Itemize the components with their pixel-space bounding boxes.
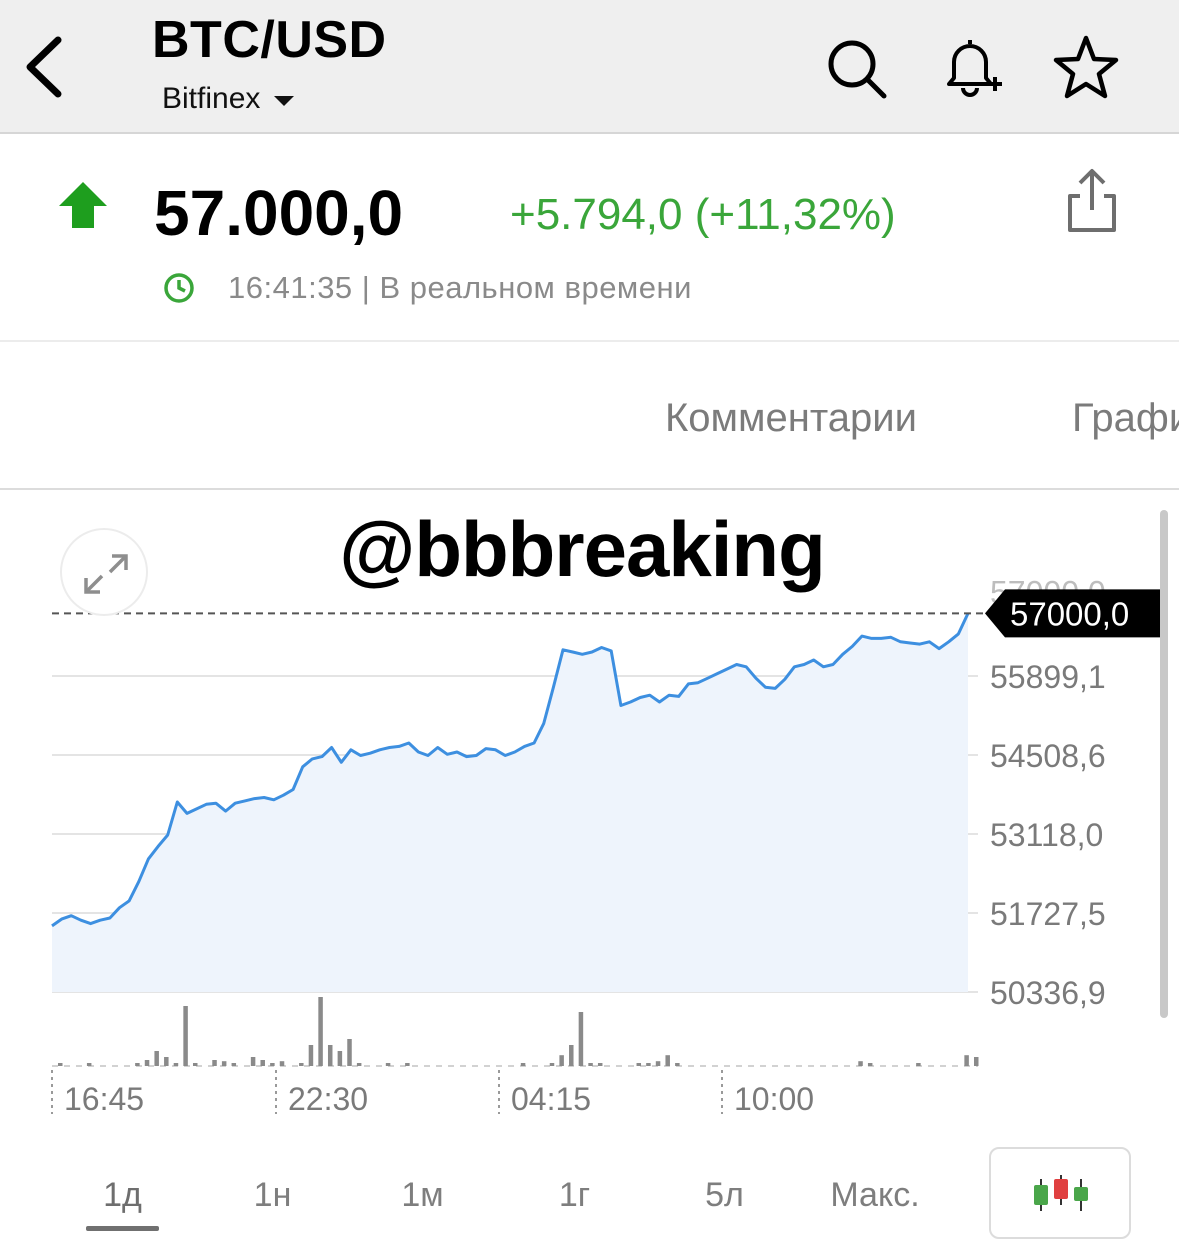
volume-bar (86, 1063, 92, 1066)
volume-bar (327, 1045, 333, 1066)
volume-bar (308, 1045, 314, 1066)
caret-down-icon (274, 96, 295, 106)
volume-bar (279, 1061, 285, 1066)
quote-time-status: 16:41:35 | В реальном времени (228, 270, 692, 305)
candle-body (1034, 1185, 1048, 1205)
volume-bar (260, 1060, 265, 1066)
exchange-selector[interactable]: Bitfinex (162, 82, 295, 116)
chart-type-button[interactable] (989, 1147, 1131, 1239)
period-max[interactable]: Макс. (810, 1176, 940, 1215)
volume-bar (270, 1063, 275, 1066)
period-1m[interactable]: 1м (386, 1176, 459, 1215)
candlestick-icon (1034, 1175, 1088, 1211)
volume-bar (192, 1063, 198, 1066)
watermark-handle: @bbbreaking (300, 496, 864, 602)
search-icon[interactable] (822, 34, 890, 102)
y-tick-label: 53118,0 (990, 817, 1103, 853)
volume-bar (221, 1061, 227, 1066)
volume-bar (58, 1063, 63, 1066)
period-1d[interactable]: 1д (86, 1176, 159, 1215)
volume-bar (858, 1061, 863, 1066)
instrument-title: BTC/USD (152, 11, 387, 69)
top-bar: BTC/USD Bitfinex (0, 0, 1179, 134)
volume-bar (520, 1063, 526, 1066)
volume-bar (559, 1055, 564, 1066)
candle-body (1054, 1179, 1068, 1199)
volume-bar (655, 1061, 661, 1066)
up-arrow-icon (59, 182, 107, 228)
volume-bar (964, 1055, 969, 1066)
volume-bar (164, 1057, 169, 1066)
volume-bar (974, 1057, 979, 1066)
volume-bar (646, 1063, 651, 1066)
volume-bar (549, 1063, 555, 1066)
y-tick-label: 50336,9 (990, 975, 1106, 1011)
volume-bar (405, 1063, 410, 1066)
volume-bar (318, 997, 323, 1066)
vertical-scrollbar[interactable] (1160, 510, 1168, 1018)
volume-bar (231, 1063, 237, 1066)
period-1y[interactable]: 1г (538, 1176, 611, 1215)
volume-bar (588, 1063, 593, 1066)
exchange-label: Bitfinex (162, 82, 261, 115)
volume-bar (250, 1057, 256, 1066)
last-price: 57.000,0 (154, 177, 404, 249)
share-icon[interactable] (1062, 166, 1122, 236)
period-1w[interactable]: 1н (236, 1176, 309, 1215)
y-tick-label: 51727,5 (990, 896, 1106, 932)
volume-bar (144, 1060, 150, 1066)
price-area-fill (52, 613, 968, 992)
period-selector: 1д 1н 1м 1г 5л Макс. (0, 1150, 980, 1240)
volume-bar (337, 1051, 343, 1066)
tab-comments[interactable]: Комментарии (665, 396, 917, 441)
volume-bar (183, 1006, 188, 1066)
volume-bar (212, 1060, 217, 1066)
current-price-label: 57000,0 (1010, 595, 1129, 632)
section-tabs: Комментарии График (0, 344, 1179, 490)
volume-bar (347, 1039, 352, 1066)
volume-bar (135, 1063, 140, 1066)
price-change: +5.794,0 (+11,32%) (510, 190, 896, 239)
volume-bar (636, 1063, 642, 1066)
volume-bar (173, 1063, 179, 1066)
volume-bar (154, 1051, 159, 1066)
x-tick-label: 04:15 (511, 1081, 591, 1117)
volume-bar (665, 1055, 670, 1066)
chart-panel: 55899,1 54508,6 53118,0 51727,5 50336,9 57000… (0, 492, 1179, 1253)
x-tick-label: 16:45 (64, 1081, 144, 1117)
volume-bar (569, 1045, 574, 1066)
active-period-indicator (86, 1226, 159, 1231)
volume-bar (578, 1012, 584, 1066)
volume-bar (867, 1063, 873, 1066)
y-tick-label: 55899,1 (990, 659, 1106, 695)
volume-bar (299, 1063, 304, 1066)
y-tick-label: 54508,6 (990, 738, 1106, 774)
quote-panel: 57.000,0 +5.794,0 (+11,32%) 16:41:35 | В… (0, 136, 1179, 342)
volume-bar (356, 1063, 362, 1066)
expand-arrows-icon (84, 554, 128, 594)
expand-button[interactable] (60, 528, 148, 616)
star-icon[interactable] (1052, 34, 1120, 102)
volume-bar (385, 1063, 391, 1066)
x-tick-label: 22:30 (288, 1081, 368, 1117)
volume-bar (916, 1063, 921, 1066)
volume-bar (597, 1063, 603, 1066)
candle-body (1074, 1187, 1088, 1201)
period-5y[interactable]: 5л (688, 1176, 761, 1215)
tab-graph[interactable]: График (1072, 396, 1179, 441)
clock-icon (164, 273, 194, 303)
bell-plus-icon[interactable] (936, 34, 1004, 102)
back-chevron-icon[interactable] (18, 32, 74, 102)
x-tick-label: 10:00 (734, 1081, 814, 1117)
volume-bar (675, 1063, 680, 1066)
